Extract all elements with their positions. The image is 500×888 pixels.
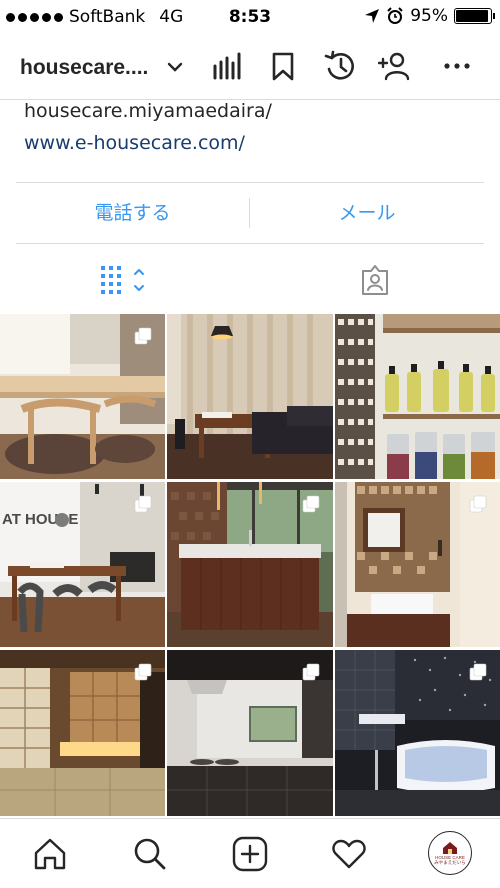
multiple-photos-icon: [134, 495, 152, 513]
email-button[interactable]: メール: [250, 184, 484, 242]
battery-icon: [454, 8, 495, 24]
call-button[interactable]: 電話する: [16, 184, 249, 242]
multiple-photos-icon: [302, 495, 320, 513]
archive-icon[interactable]: [324, 50, 356, 82]
post-tile[interactable]: [167, 650, 333, 816]
website-link[interactable]: www.e-housecare.com/: [24, 132, 245, 154]
bio-text: housecare.miyamaedaira/: [24, 100, 272, 122]
battery-level: [456, 10, 489, 22]
bottom-tab-bar: HOUSE CARE みやまえだいら: [0, 818, 500, 888]
search-icon[interactable]: [131, 836, 167, 872]
bookmark-icon[interactable]: [267, 50, 299, 82]
grid-view-icon: [101, 266, 144, 294]
add-person-icon[interactable]: [378, 50, 410, 82]
post-tile[interactable]: [0, 314, 165, 479]
insights-icon[interactable]: [210, 50, 242, 82]
new-post-icon[interactable]: [232, 836, 268, 872]
profile-header: housecare....: [0, 34, 500, 100]
more-icon[interactable]: [441, 50, 473, 82]
multiple-photos-icon: [134, 663, 152, 681]
post-tile[interactable]: [335, 482, 500, 647]
post-image-kitchen-shelves: [335, 314, 500, 479]
divider: [16, 243, 484, 244]
battery-percent: 95%: [410, 6, 448, 26]
post-tile[interactable]: [335, 650, 500, 816]
multiple-photos-icon: [469, 663, 487, 681]
post-tile[interactable]: [335, 314, 500, 479]
activity-icon[interactable]: [331, 836, 367, 872]
tagged-photos-icon: [362, 265, 388, 295]
post-tile[interactable]: AT HOUSE: [0, 482, 165, 647]
profile-logo-line2: みやまえだいら: [434, 860, 466, 865]
divider: [16, 182, 484, 183]
profile-avatar[interactable]: HOUSE CARE みやまえだいら: [428, 831, 472, 875]
tab-tagged[interactable]: [250, 258, 500, 302]
tab-grid[interactable]: [0, 258, 250, 302]
location-icon: [365, 9, 380, 23]
post-tile[interactable]: [167, 314, 333, 479]
instagram-profile-screen: SoftBank 4G 8:53 95% housecare.... house…: [0, 0, 500, 888]
posts-grid: AT HOUSE: [0, 314, 500, 816]
post-image-living-room: [167, 314, 333, 479]
alarm-icon: [387, 7, 403, 24]
multiple-photos-icon: [302, 663, 320, 681]
home-icon[interactable]: [32, 836, 68, 872]
multiple-photos-icon: [469, 495, 487, 513]
multiple-photos-icon: [134, 327, 152, 345]
profile-username[interactable]: housecare....: [20, 56, 148, 80]
status-right: 95%: [364, 6, 495, 26]
post-tile[interactable]: [0, 650, 165, 816]
house-logo-icon: [443, 842, 457, 854]
chevron-down-icon[interactable]: [166, 58, 184, 76]
status-bar: SoftBank 4G 8:53 95%: [0, 0, 500, 34]
post-tile[interactable]: [167, 482, 333, 647]
